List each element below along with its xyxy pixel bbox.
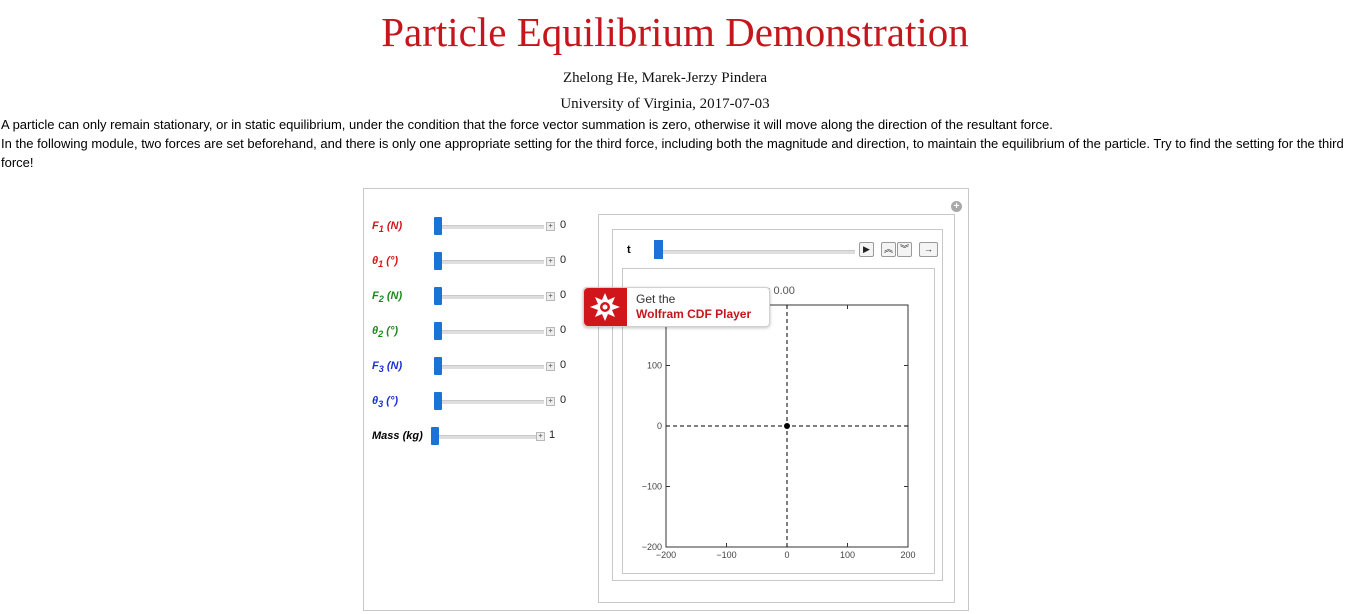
theta1-plus-icon[interactable]: + <box>546 257 555 266</box>
intro-text: A particle can only remain stationary, o… <box>1 115 1346 172</box>
affiliation: University of Virginia, 2017-07-03 <box>560 96 770 112</box>
slower-button[interactable]: ︾ <box>897 242 912 257</box>
x-tick-label: −100 <box>716 550 736 560</box>
f3-slider-thumb[interactable] <box>434 357 442 375</box>
output-frame: t ▶ ︽ ︾ → = 0.00 −200 −100 0 100 200 100 0 −100… <box>598 214 955 603</box>
x-tick-label: 200 <box>900 550 915 560</box>
theta3-value: 0 <box>560 394 567 406</box>
f1-slider-track[interactable] <box>434 225 544 229</box>
faster-button[interactable]: ︽ <box>881 242 896 257</box>
axis-ticks: −200 −100 0 100 2001000−100−200 <box>642 305 916 560</box>
y-tick-label: −100 <box>642 482 662 492</box>
x-tick-label: 100 <box>840 550 855 560</box>
f1-plus-icon[interactable]: + <box>546 222 555 231</box>
expand-icon[interactable]: + <box>951 201 962 212</box>
f3-label: F3 (N) <box>372 360 403 375</box>
manipulate-panel: + F1 (N) + 0 θ1 (°) + 0 F2 (N) + 0 θ2 (°… <box>363 188 969 611</box>
f2-slider-thumb[interactable] <box>434 287 442 305</box>
f1-slider-thumb[interactable] <box>434 217 442 235</box>
mass-label: Mass (kg) <box>372 430 423 442</box>
f3-plus-icon[interactable]: + <box>546 362 555 371</box>
f1-value: 0 <box>560 219 567 231</box>
theta1-label: θ1 (°) <box>372 255 399 270</box>
page-title: Particle Equilibrium Demonstration <box>381 9 969 55</box>
t-slider-thumb[interactable] <box>654 240 663 259</box>
f3-value: 0 <box>560 359 567 371</box>
theta2-plus-icon[interactable]: + <box>546 327 555 336</box>
cdf-player-badge[interactable]: Get the Wolfram CDF Player <box>583 287 770 327</box>
animator-frame: t ▶ ︽ ︾ → = 0.00 −200 −100 0 100 200 100 0 −100… <box>612 229 943 581</box>
theta1-slider-track[interactable] <box>434 260 544 264</box>
f3-slider-track[interactable] <box>434 365 544 369</box>
theta3-slider-track[interactable] <box>434 400 544 404</box>
intro-paragraph-2: In the following module, two forces are … <box>1 136 1344 170</box>
f2-slider-track[interactable] <box>434 295 544 299</box>
wolfram-logo-icon <box>584 288 627 326</box>
f2-value: 0 <box>560 289 567 301</box>
theta1-value: 0 <box>560 254 567 266</box>
authors: Zhelong He, Marek-Jerzy Pindera <box>562 70 768 86</box>
direction-button[interactable]: → <box>919 242 938 257</box>
theta1-slider-thumb[interactable] <box>434 252 442 270</box>
y-tick-label: −200 <box>642 542 662 552</box>
particle-point <box>784 423 790 429</box>
x-tick-label: 0 <box>784 550 789 560</box>
f1-label: F1 (N) <box>372 220 403 235</box>
theta2-slider-thumb[interactable] <box>434 322 442 340</box>
y-tick-label: 100 <box>647 361 662 371</box>
play-button[interactable]: ▶ <box>859 242 874 257</box>
cdf-line1: Get the <box>636 292 676 306</box>
theta3-plus-icon[interactable]: + <box>546 397 555 406</box>
cdf-line2: Wolfram CDF Player <box>636 307 752 321</box>
theta3-label: θ3 (°) <box>372 395 399 410</box>
mass-slider-track[interactable] <box>439 435 539 439</box>
mass-plus-icon[interactable]: + <box>536 432 545 441</box>
y-tick-label: 0 <box>657 421 662 431</box>
mass-slider-thumb[interactable] <box>431 427 439 445</box>
t-slider-track[interactable] <box>657 250 855 254</box>
theta2-slider-track[interactable] <box>434 330 544 334</box>
f2-label: F2 (N) <box>372 290 403 305</box>
f2-plus-icon[interactable]: + <box>546 292 555 301</box>
theta3-slider-thumb[interactable] <box>434 392 442 410</box>
mass-value: 1 <box>549 429 556 441</box>
theta2-label: θ2 (°) <box>372 325 399 340</box>
intro-paragraph-1: A particle can only remain stationary, o… <box>1 117 1053 132</box>
t-label: t <box>627 244 631 256</box>
theta2-value: 0 <box>560 324 567 336</box>
